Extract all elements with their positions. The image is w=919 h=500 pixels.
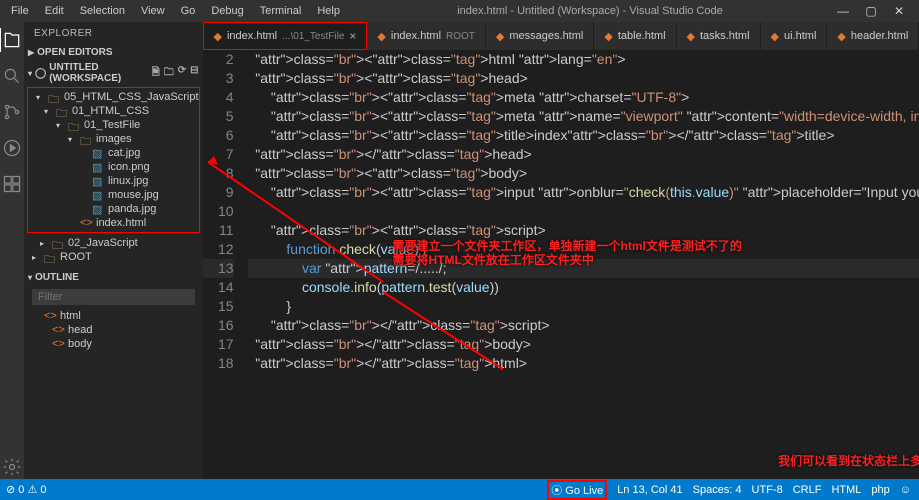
tab[interactable]: ◆index.html...\01_TestFile× <box>203 22 368 50</box>
menu-edit[interactable]: Edit <box>38 3 71 19</box>
tree-item[interactable]: <>body <box>24 337 203 351</box>
status-item[interactable]: ☺ <box>900 482 911 498</box>
status-bar: ⊘ 0 ⚠ 0 ⦿ Go Live Ln 13, Col 41 Spaces: 4 U… <box>0 479 919 500</box>
open-editors-section[interactable]: ▶OPEN EDITORS <box>24 45 203 60</box>
menu-help[interactable]: Help <box>310 3 347 19</box>
tab-bar: ◆index.html...\01_TestFile×◆index.htmlRO… <box>203 22 919 50</box>
menu-bar: FileEditSelectionViewGoDebugTerminalHelp <box>4 3 347 19</box>
annotation-2: 需要将HTML文件放在工作区文件夹中 <box>393 251 594 268</box>
file-tree: ▾🗀05_HTML_CSS_JavaScript▾🗀01_HTML_CSS▾🗀0… <box>27 87 200 233</box>
tree-item[interactable]: ▸🗀ROOT <box>24 250 203 264</box>
close-icon[interactable]: × <box>349 29 356 43</box>
tab[interactable]: ◆table.html <box>594 22 676 50</box>
tab[interactable]: ◆header.html <box>827 22 919 50</box>
maximize-button[interactable]: ▢ <box>861 4 881 18</box>
explorer-header: EXPLORER <box>24 22 203 45</box>
tree-item[interactable]: ▾🗀05_HTML_CSS_JavaScript <box>28 90 199 104</box>
menu-view[interactable]: View <box>134 3 172 19</box>
window-title: index.html - Untitled (Workspace) - Visu… <box>347 5 833 17</box>
menu-file[interactable]: File <box>4 3 36 19</box>
tree-item[interactable]: ▾🗀01_TestFile <box>28 118 199 132</box>
tab[interactable]: ◆ui.html <box>761 22 828 50</box>
tree-item[interactable]: ▨icon.png <box>28 160 199 174</box>
window-controls: — ▢ ✕ <box>833 4 915 18</box>
menu-terminal[interactable]: Terminal <box>253 3 309 19</box>
status-item[interactable]: UTF-8 <box>752 482 783 498</box>
menu-debug[interactable]: Debug <box>204 3 250 19</box>
explorer-icon[interactable] <box>0 28 23 52</box>
search-icon[interactable] <box>0 64 24 88</box>
source-control-icon[interactable] <box>0 100 24 124</box>
tree-item[interactable]: ▾🗀images <box>28 132 199 146</box>
editor: ◆index.html...\01_TestFile×◆index.htmlRO… <box>203 22 919 479</box>
collapse-icon[interactable]: ⊟ <box>190 65 198 82</box>
workspace-section[interactable]: ▾◯UNTITLED (WORKSPACE) 🗎 🗀 ⟳ ⊟ <box>24 60 203 86</box>
menu-go[interactable]: Go <box>174 3 203 19</box>
new-folder-icon[interactable]: 🗀 <box>164 65 174 82</box>
tree-item[interactable]: ▾🗀01_HTML_CSS <box>28 104 199 118</box>
go-live-button[interactable]: ⦿ Go Live <box>547 480 607 500</box>
minimize-button[interactable]: — <box>833 4 853 18</box>
tree-item[interactable]: ▨mouse.jpg <box>28 188 199 202</box>
menu-selection[interactable]: Selection <box>73 3 132 19</box>
status-item[interactable]: php <box>871 482 889 498</box>
close-button[interactable]: ✕ <box>889 4 909 18</box>
status-item[interactable]: ⊘ 0 ⚠ 0 <box>6 483 46 496</box>
status-item[interactable]: CRLF <box>793 482 822 498</box>
tree-item[interactable]: <>index.html <box>28 216 199 230</box>
tree-item[interactable]: ▸🗀02_JavaScript <box>24 236 203 250</box>
settings-icon[interactable] <box>0 455 24 479</box>
tree-item[interactable]: ▨linux.jpg <box>28 174 199 188</box>
activity-bar <box>0 22 24 479</box>
tab[interactable]: ◆tasks.html <box>677 22 761 50</box>
annotation-3: 我们可以看到在状态栏上多了Go Live <box>778 452 919 469</box>
tree-item[interactable]: <>html <box>24 309 203 323</box>
tab[interactable]: ◆messages.html <box>486 22 594 50</box>
outline-section[interactable]: ▾OUTLINE <box>24 270 203 285</box>
extensions-icon[interactable] <box>0 172 24 196</box>
debug-icon[interactable] <box>0 136 24 160</box>
new-file-icon[interactable]: 🗎 <box>152 65 160 82</box>
status-item[interactable]: Spaces: 4 <box>693 482 742 498</box>
outline-filter-input[interactable] <box>32 289 195 305</box>
tree-item[interactable]: ▨cat.jpg <box>28 146 199 160</box>
refresh-icon[interactable]: ⟳ <box>178 65 186 82</box>
tree-item[interactable]: ▨panda.jpg <box>28 202 199 216</box>
tab[interactable]: ◆index.htmlROOT <box>367 22 486 50</box>
sidebar: EXPLORER ▶OPEN EDITORS ▾◯UNTITLED (WORKS… <box>24 22 203 479</box>
status-item[interactable]: Ln 13, Col 41 <box>617 482 682 498</box>
status-item[interactable]: HTML <box>831 482 861 498</box>
tree-item[interactable]: <>head <box>24 323 203 337</box>
titlebar: FileEditSelectionViewGoDebugTerminalHelp… <box>0 0 919 22</box>
